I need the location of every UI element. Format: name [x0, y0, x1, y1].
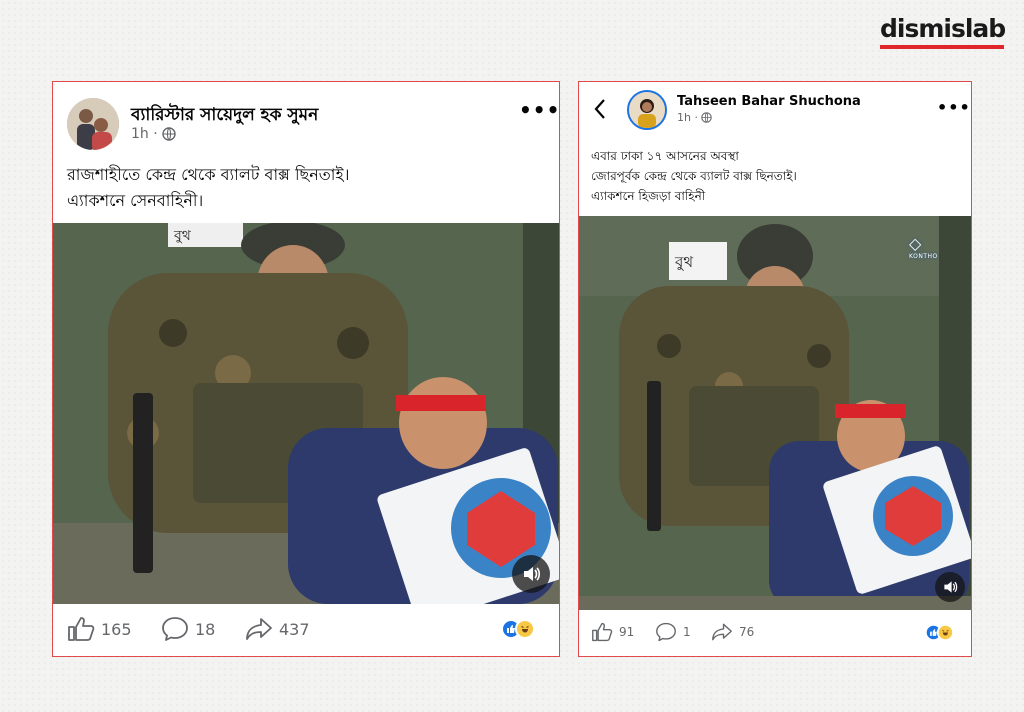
avatar[interactable] — [67, 98, 119, 150]
avatar[interactable] — [627, 90, 667, 130]
post-text-line-1: রাজশাহীতে কেন্দ্র থেকে ব্যালট বাক্স ছিনত… — [67, 165, 350, 184]
globe-icon — [161, 127, 176, 141]
like-button[interactable]: 91 — [591, 622, 634, 642]
post-meta: 1h · — [677, 111, 712, 124]
post-text-line-2: জোরপূর্বক কেন্দ্র থেকে ব্যালট বাক্স ছিনত… — [591, 169, 797, 183]
more-icon[interactable]: ••• — [937, 98, 971, 117]
speaker-glyph — [524, 567, 541, 581]
post-text-line-1: এবার ঢাকা ১৭ আসনের অবস্থা — [591, 149, 739, 163]
like-icon — [592, 622, 613, 642]
share-button[interactable]: 76 — [711, 622, 754, 642]
post-card-right: Tahseen Bahar Shuchona 1h · ••• এবার ঢাক… — [578, 81, 972, 657]
comment-button[interactable]: 18 — [161, 616, 215, 642]
like-count: 165 — [101, 619, 132, 639]
comment-count: 1 — [683, 625, 691, 639]
share-count: 76 — [739, 625, 755, 639]
globe-icon — [701, 112, 712, 123]
action-bar: 165 18 437 — [53, 602, 559, 656]
action-bar: 91 1 76 — [579, 608, 971, 656]
post-text-line-2: এ্যাকশনে সেনবাহিনী। — [67, 191, 204, 210]
post-text-line-3: এ্যাকশনে হিজড়া বাহিনী — [591, 189, 706, 203]
post-time: 1h · — [677, 111, 698, 124]
share-icon — [712, 623, 732, 641]
comment-icon — [656, 622, 676, 642]
share-button[interactable]: 437 — [245, 616, 310, 642]
post-card-left: ব্যারিস্টার সায়েদুল হক সুমন 1h · ••• রা… — [52, 81, 560, 657]
comment-count: 18 — [195, 619, 216, 639]
more-icon[interactable]: ••• — [519, 98, 559, 122]
comment-button[interactable]: 1 — [655, 622, 691, 642]
video-frame — [579, 216, 971, 610]
back-icon[interactable] — [593, 98, 607, 124]
post-video[interactable] — [53, 223, 559, 604]
like-count: 91 — [619, 625, 635, 639]
share-icon — [246, 618, 272, 640]
haha-reaction-icon — [936, 624, 954, 641]
booth-sign-left: বুথ — [174, 228, 191, 244]
watermark-mark: ◇ — [909, 234, 922, 253]
post-meta: 1h · — [131, 126, 176, 142]
sound-icon[interactable] — [512, 555, 550, 593]
like-button[interactable]: 165 — [67, 616, 132, 642]
video-frame — [53, 223, 559, 604]
reaction-summary[interactable] — [501, 619, 535, 639]
post-time: 1h · — [131, 126, 158, 142]
like-icon — [68, 617, 95, 641]
share-count: 437 — [279, 619, 310, 639]
brand-underline — [880, 45, 1004, 49]
avatar-photo — [629, 92, 665, 128]
booth-sign-right: বুথ — [675, 253, 694, 271]
brand-name: dismislab — [880, 14, 1006, 43]
haha-reaction-icon — [515, 619, 535, 639]
speaker-glyph — [944, 581, 958, 593]
author-name[interactable]: Tahseen Bahar Shuchona — [677, 94, 861, 109]
brand-logo: dismislab — [880, 14, 1006, 54]
sound-icon[interactable] — [935, 572, 965, 602]
post-video[interactable]: ◇ KONTHO — [579, 216, 971, 610]
avatar-photo — [67, 98, 119, 150]
watermark-logo: ◇ KONTHO — [909, 234, 938, 260]
reaction-summary[interactable] — [925, 624, 954, 641]
watermark-text: KONTHO — [909, 253, 938, 260]
comment-icon — [162, 617, 188, 641]
